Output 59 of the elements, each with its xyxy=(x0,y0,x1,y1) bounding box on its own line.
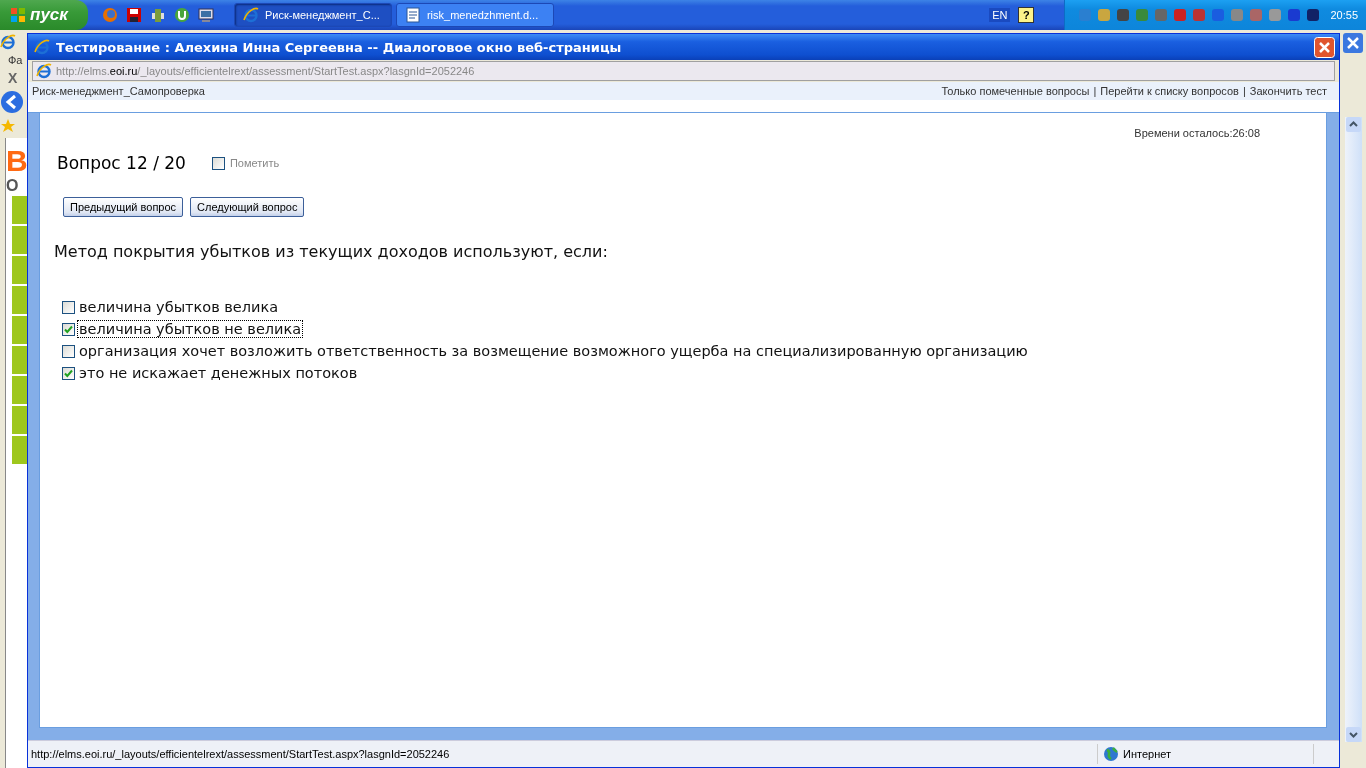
desktop-icon[interactable] xyxy=(197,7,214,23)
menu-bar[interactable] xyxy=(12,436,28,464)
checkbox[interactable] xyxy=(62,322,75,336)
answer-label[interactable]: величина убытков не велика xyxy=(78,321,303,337)
question-number: Вопрос 12 / 20 xyxy=(57,153,186,173)
torrent-icon[interactable] xyxy=(173,7,190,23)
checkbox[interactable] xyxy=(62,300,75,314)
start-button[interactable]: пуск xyxy=(0,0,88,30)
chevron-down-icon[interactable] xyxy=(1345,727,1361,742)
menu-bar[interactable] xyxy=(12,226,28,254)
close-icon[interactable] xyxy=(1314,36,1335,58)
browser-icon xyxy=(34,39,50,55)
logo-text: В xyxy=(6,146,28,176)
close-icon[interactable] xyxy=(1343,33,1363,53)
windows-flag-icon xyxy=(10,7,26,23)
menu-bar[interactable] xyxy=(12,316,28,344)
checkbox[interactable] xyxy=(62,366,75,380)
address-field[interactable]: http://elms.eoi.ru/_layouts/efficientelrext/assessment/StartTest.aspx?lasgnId=2052246 xyxy=(32,61,1335,81)
separator: | xyxy=(1242,85,1246,97)
checkbox[interactable] xyxy=(62,344,75,358)
menu-bar[interactable] xyxy=(12,376,28,404)
clock: 20:55 xyxy=(1330,9,1358,21)
menu-bar[interactable] xyxy=(12,406,28,434)
document-icon xyxy=(404,7,421,23)
star-icon[interactable] xyxy=(0,118,16,134)
timer: Времени осталось:26:08 xyxy=(1134,127,1260,139)
logo-text: О xyxy=(6,178,20,194)
zone-label: Интернет xyxy=(1123,748,1171,760)
browser-icon xyxy=(242,7,259,23)
menu-bar[interactable] xyxy=(12,196,28,224)
chevron-up-icon[interactable] xyxy=(1345,117,1361,132)
separator: | xyxy=(1093,85,1097,97)
answer-label[interactable]: организация хочет возложить ответственность за возмещение возможного ущерба на специализированную организацию xyxy=(78,343,1029,359)
previous-button[interactable]: Предыдущий вопрос xyxy=(63,197,184,217)
help-icon[interactable]: ? xyxy=(1018,7,1035,23)
taskbar-button[interactable]: Риск-менеджмент_С... xyxy=(233,3,392,27)
nav-link[interactable]: Только помеченные вопросы xyxy=(941,85,1090,97)
checkbox[interactable] xyxy=(211,156,225,170)
menu-bar[interactable] xyxy=(12,256,28,284)
browser-icon xyxy=(0,34,16,50)
answer-label[interactable]: величина убытков велика xyxy=(78,299,280,315)
menu-item[interactable]: Фа xyxy=(0,54,23,66)
scrollbar[interactable] xyxy=(1344,117,1362,742)
menu-bar[interactable] xyxy=(12,286,28,314)
language-indicator[interactable]: EN xyxy=(989,8,1011,22)
status-url: http://elms.eoi.ru/_layouts/efficientelrext/assessment/StartTest.aspx?lasgnId=2052246 xyxy=(30,748,451,760)
flag-label[interactable]: Пометить xyxy=(229,157,280,169)
close-tab-button[interactable]: X xyxy=(0,70,18,86)
device-icon[interactable] xyxy=(149,7,166,23)
page-icon xyxy=(36,63,52,79)
question-text: Метод покрытия убытков из текущих доходов используют, если: xyxy=(53,241,609,261)
nav-link[interactable]: Закончить тест xyxy=(1249,85,1327,97)
answer-label[interactable]: это не искажает денежных потоков xyxy=(78,365,359,381)
nav-link[interactable]: Перейти к списку вопросов xyxy=(1100,85,1239,97)
course-title: Риск-менеджмент_Самопроверка xyxy=(32,85,205,97)
next-button[interactable]: Следующий вопрос xyxy=(190,197,305,217)
taskbar-button[interactable]: risk_menedzhment.d... xyxy=(395,3,554,27)
window-title: Тестирование : Алехина Инна Сергеевна -- Диалоговое окно веб-страницы xyxy=(56,39,623,55)
menu-bar[interactable] xyxy=(12,346,28,374)
